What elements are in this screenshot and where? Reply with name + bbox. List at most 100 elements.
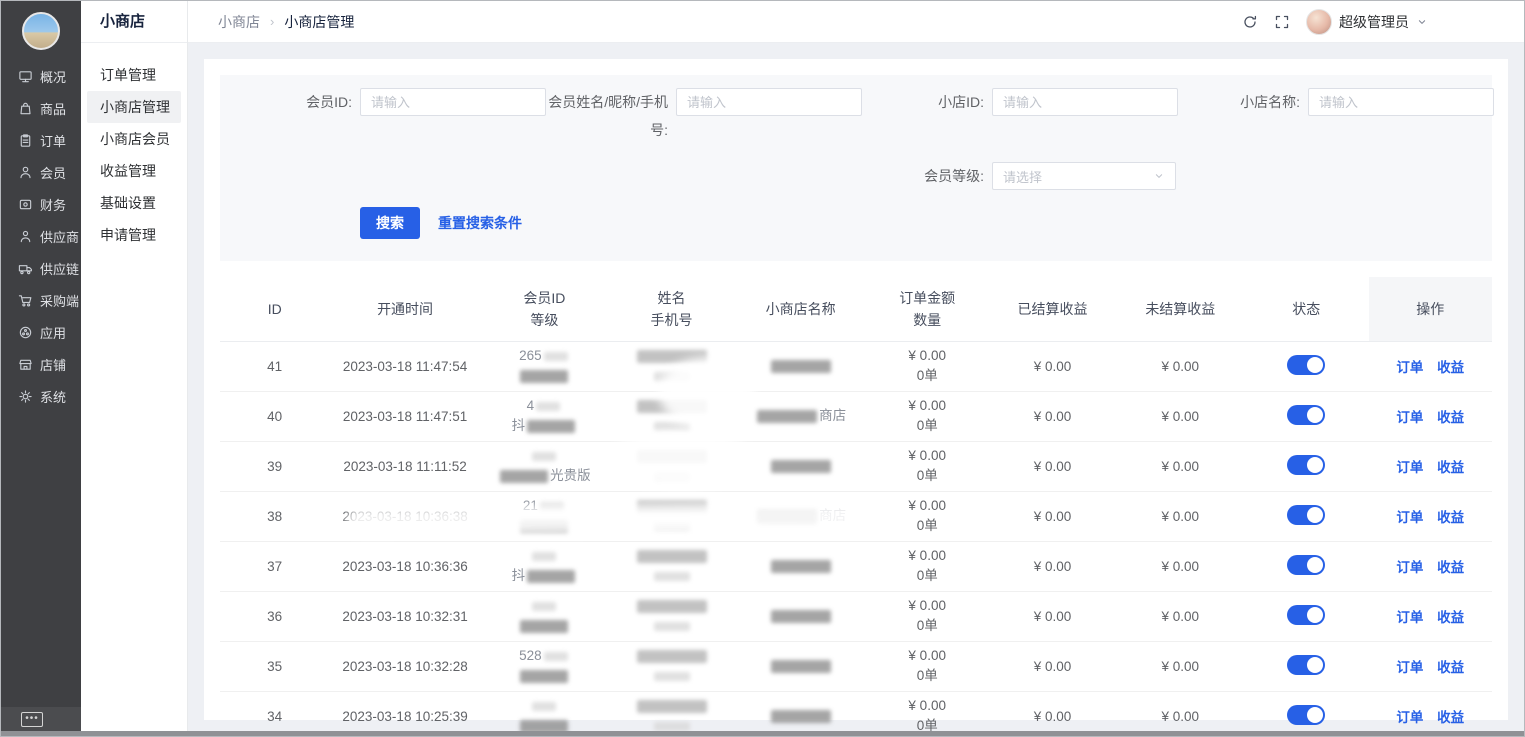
censored-block (771, 660, 831, 673)
row-unsettled: ¥ 0.00 (1162, 359, 1200, 374)
row-order-cell: ¥ 0.00 0单 (866, 641, 988, 691)
menu-item[interactable]: 订单管理 (87, 59, 181, 91)
icon-sidebar-item[interactable]: 商品 (1, 92, 81, 124)
member-level-select[interactable]: 请选择 (992, 162, 1176, 190)
menu-item[interactable]: 基础设置 (87, 187, 181, 219)
status-toggle[interactable] (1287, 705, 1325, 725)
order-link[interactable]: 订单 (1396, 560, 1423, 575)
status-toggle[interactable] (1287, 355, 1325, 375)
censored-block (654, 722, 690, 731)
content-area: 会员ID: 会员姓名/昵称/手机号: 小店ID: 小店名称: (188, 43, 1524, 736)
app-logo[interactable] (22, 12, 60, 50)
row-id: 37 (267, 559, 282, 574)
member-id-label: 会员ID: (228, 88, 352, 116)
icon-sidebar-item[interactable]: 系统 (1, 380, 81, 412)
earnings-link[interactable]: 收益 (1437, 510, 1464, 525)
order-link[interactable]: 订单 (1396, 360, 1423, 375)
row-unsettled: ¥ 0.00 (1162, 409, 1200, 424)
row-open-time: 2023-03-18 10:32:28 (342, 659, 467, 674)
censored-block (637, 550, 707, 563)
earnings-link[interactable]: 收益 (1437, 460, 1464, 475)
fullscreen-icon[interactable] (1274, 14, 1290, 30)
app-icon (18, 325, 33, 340)
row-shop-cell (735, 341, 866, 391)
icon-sidebar-item[interactable]: 概况 (1, 60, 81, 92)
censored-block (520, 670, 568, 683)
user-menu[interactable]: 超级管理员 (1306, 9, 1428, 35)
earnings-link[interactable]: 收益 (1437, 410, 1464, 425)
field-member-id: 会员ID: (228, 88, 544, 116)
order-link[interactable]: 订单 (1396, 510, 1423, 525)
row-shop-cell (735, 591, 866, 641)
icon-nav: 概况 商品 订单 会员 财务 供应商 供应链 采购端 应用 店铺 系统 (1, 60, 81, 412)
search-button[interactable]: 搜索 (360, 207, 420, 239)
icon-sidebar-item[interactable]: 应用 (1, 316, 81, 348)
row-id: 40 (267, 409, 282, 424)
icon-sidebar-item[interactable]: 供应商 (1, 220, 81, 252)
censored-block (637, 350, 707, 363)
row-name-cell (608, 591, 735, 641)
menu-item[interactable]: 小商店会员 (87, 123, 181, 155)
earnings-link[interactable]: 收益 (1437, 660, 1464, 675)
member-name-input[interactable] (676, 88, 862, 116)
censored-block (637, 650, 707, 663)
row-id: 34 (267, 709, 282, 724)
row-open-time: 2023-03-18 11:47:54 (343, 359, 467, 374)
table-row: 39 2023-03-18 11:11:52 光贵版 ¥ 0.00 0单 ¥ 0… (220, 441, 1492, 491)
icon-sidebar-item-label: 订单 (40, 131, 66, 150)
censored-block (536, 402, 560, 411)
row-member-cell (481, 591, 608, 641)
row-shop-cell (735, 441, 866, 491)
censored-block (532, 702, 556, 711)
status-toggle[interactable] (1287, 655, 1325, 675)
member-id-input[interactable] (360, 88, 546, 116)
order-link[interactable]: 订单 (1396, 460, 1423, 475)
icon-sidebar-item[interactable]: 采购端 (1, 284, 81, 316)
menu-item[interactable]: 收益管理 (87, 155, 181, 187)
breadcrumb-root[interactable]: 小商店 (218, 12, 260, 32)
icon-sidebar-item[interactable]: 财务 (1, 188, 81, 220)
refresh-icon[interactable] (1242, 14, 1258, 30)
order-link[interactable]: 订单 (1396, 610, 1423, 625)
earnings-link[interactable]: 收益 (1437, 610, 1464, 625)
member-name-label: 会员姓名/昵称/手机号: (544, 88, 668, 144)
content-card: 会员ID: 会员姓名/昵称/手机号: 小店ID: 小店名称: (204, 59, 1508, 720)
shops-table: ID 开通时间 会员ID 等级 姓名 手机号 小商店名称 订单金额 数量 已结算… (220, 277, 1492, 736)
order-link[interactable]: 订单 (1396, 710, 1423, 725)
order-link[interactable]: 订单 (1396, 410, 1423, 425)
row-actions: 订单 收益 (1369, 591, 1492, 641)
breadcrumb-separator-icon: › (270, 14, 274, 29)
order-link[interactable]: 订单 (1396, 660, 1423, 675)
censored-block (771, 610, 831, 623)
collapse-more-icon[interactable]: ••• (21, 712, 43, 727)
icon-sidebar-item[interactable]: 订单 (1, 124, 81, 156)
menu-item[interactable]: 小商店管理 (87, 91, 181, 123)
shop-name-input[interactable] (1308, 88, 1494, 116)
icon-sidebar-item[interactable]: 供应链 (1, 252, 81, 284)
status-toggle[interactable] (1287, 455, 1325, 475)
earnings-link[interactable]: 收益 (1437, 360, 1464, 375)
top-actions: 超级管理员 (1242, 9, 1428, 35)
status-toggle[interactable] (1287, 405, 1325, 425)
censored-block (520, 370, 568, 383)
system-icon (18, 389, 33, 404)
finance-icon (18, 197, 33, 212)
row-settled: ¥ 0.00 (1034, 559, 1072, 574)
earnings-link[interactable]: 收益 (1437, 560, 1464, 575)
row-name-cell (608, 541, 735, 591)
reset-search-link[interactable]: 重置搜索条件 (438, 213, 522, 233)
row-settled: ¥ 0.00 (1034, 509, 1072, 524)
censored-block (637, 450, 707, 463)
row-name-cell (608, 641, 735, 691)
row-member-cell: 抖 (481, 541, 608, 591)
menu-item[interactable]: 申请管理 (87, 219, 181, 251)
shop-id-input[interactable] (992, 88, 1178, 116)
status-toggle[interactable] (1287, 605, 1325, 625)
status-toggle[interactable] (1287, 555, 1325, 575)
row-shop-cell (735, 641, 866, 691)
status-toggle[interactable] (1287, 505, 1325, 525)
row-open-time: 2023-03-18 10:25:39 (342, 709, 467, 724)
earnings-link[interactable]: 收益 (1437, 710, 1464, 725)
icon-sidebar-item[interactable]: 会员 (1, 156, 81, 188)
icon-sidebar-item[interactable]: 店铺 (1, 348, 81, 380)
